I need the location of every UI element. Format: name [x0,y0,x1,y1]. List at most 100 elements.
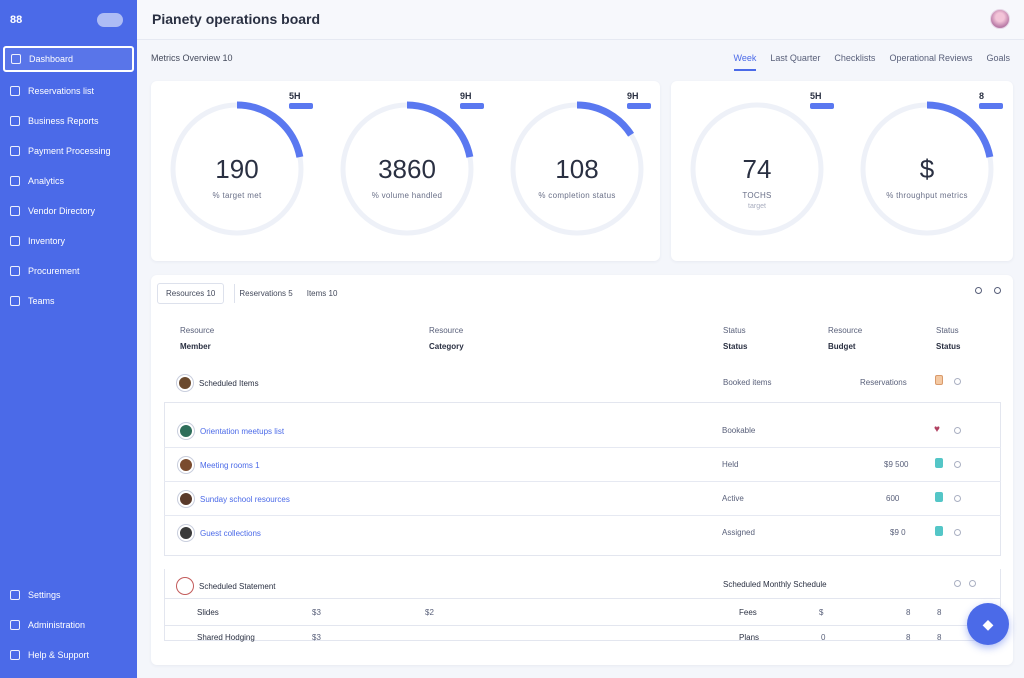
gauge-value: $ [919,154,935,184]
sidebar-item-label: Business Reports [28,116,99,126]
sidebar-item-analytics[interactable]: Analytics [0,166,137,196]
sidebar-item-inventory[interactable]: Inventory [0,226,137,256]
section-header[interactable]: Scheduled Statement [177,578,276,594]
section-title: Scheduled Statement [199,581,276,591]
sidebar-item-reservations[interactable]: Reservations list [0,76,137,106]
user-avatar[interactable] [990,9,1010,29]
avatar [178,457,194,473]
cart-icon [10,266,20,276]
sidebar-item-teams[interactable]: Teams [0,286,137,316]
table-row[interactable]: Sunday school resources Active 600 [164,482,1001,516]
gauge-2: 3860 % volume handled [337,99,477,239]
sidebar-item-reports[interactable]: Business Reports [0,106,137,136]
column-header-member[interactable]: Resource Member [180,323,214,355]
sidebar-item-vendors[interactable]: Vendor Directory [0,196,137,226]
tab-week[interactable]: Week [733,53,757,71]
inventory-icon [10,236,20,246]
row-menu[interactable] [969,579,976,588]
sched-cell: Fees [739,608,757,617]
table-row[interactable]: Guest collections Assigned $9 0 [164,516,1001,550]
gauge-4: 74 TOCHS target [687,99,827,239]
floating-action-button[interactable]: ◆ [967,603,1009,645]
settings-icon[interactable] [994,287,1001,294]
row-name: Meeting rooms 1 [200,460,260,470]
gauge-value: 190 [215,154,259,184]
sidebar-item-payments[interactable]: Payment Processing [0,136,137,166]
sidebar-item-label: Administration [28,620,86,630]
row-menu[interactable] [954,579,961,588]
heart-icon[interactable]: ♥ [934,424,940,435]
sidebar-item-label: Teams [28,296,55,306]
gauge-label: % throughput metrics [886,191,968,200]
table-row[interactable]: Orientation meetups list Bookable ♥ [164,414,1001,448]
sched-cell: 8 [937,608,942,617]
row-amount: $9 500 [884,460,909,469]
gauge-tag-bar [460,103,484,109]
filter-reservations[interactable]: Reservations 5 [234,284,296,303]
vendor-icon [10,206,20,216]
row-name: Guest collections [200,528,261,538]
column-header-status[interactable]: Status Status [723,323,747,355]
gauge-value: 74 [742,154,772,184]
gauge-tag-bar [289,103,313,109]
sidebar-item-admin[interactable]: Administration [0,610,137,640]
sidebar-header: 88 [0,0,137,40]
gauge-label: % target met [212,191,262,200]
gauge-5: $ % throughput metrics [857,99,997,239]
sched-cell: $3 [312,633,321,642]
filter-resources[interactable]: Resources 10 [157,283,225,304]
sched-cell: Slides [197,608,219,617]
avatar [178,491,194,507]
page-title: Pianety operations board [152,11,321,27]
group-title: Scheduled Items [199,378,259,388]
sched-cell: $2 [425,608,434,617]
gauge-tag-bar [810,103,834,109]
sidebar-item-dashboard[interactable]: Dashboard [3,46,134,72]
row-status: Bookable [722,426,756,435]
sidebar-toggle[interactable] [97,13,123,27]
row-menu[interactable] [954,377,961,386]
table-tools [975,287,1001,294]
team-icon [10,296,20,306]
tab-operational-reviews[interactable]: Operational Reviews [889,53,972,71]
filter-items[interactable]: Items 10 [307,289,338,298]
row-menu[interactable] [954,426,961,435]
row-name: Sunday school resources [200,494,290,504]
column-header-state[interactable]: Status Status [936,323,960,355]
tab-goals[interactable]: Goals [986,53,1010,71]
sched-cell: 8 [906,633,911,642]
row-menu[interactable] [954,460,961,469]
section-mid: Scheduled Monthly Schedule [723,580,827,589]
metrics-label: Metrics Overview 10 [151,53,233,63]
sidebar-item-procurement[interactable]: Procurement [0,256,137,286]
sidebar-item-settings[interactable]: Settings [0,580,137,610]
status-badge [935,526,943,536]
divider [164,625,1001,626]
table-row[interactable]: Meeting rooms 1 Held $9 500 [164,448,1001,482]
row-menu[interactable] [954,494,961,503]
sched-cell: $ [819,608,824,617]
gauge-3: 108 % completion status [507,99,647,239]
column-header-budget[interactable]: Resource Budget [828,323,862,355]
row-status: Assigned [722,528,755,537]
refresh-icon[interactable] [975,287,982,294]
row-status: Held [722,460,739,469]
gauge-label: % volume handled [371,191,443,200]
sched-cell: $3 [312,608,321,617]
gauge-value: 108 [555,154,599,184]
tab-last-quarter[interactable]: Last Quarter [770,53,820,71]
status-badge [935,375,943,385]
tab-checklists[interactable]: Checklists [834,53,875,71]
sidebar-item-label: Settings [28,590,61,600]
sidebar-item-label: Procurement [28,266,80,276]
sched-cell: 0 [821,633,826,642]
gauge-1: 190 % target met [167,99,307,239]
group-header[interactable]: Scheduled Items [177,375,259,391]
sidebar-item-help[interactable]: Help & Support [0,640,137,670]
gauge-value: 3860 [378,154,436,184]
sched-cell: Plans [739,633,760,642]
row-name: Orientation meetups list [200,426,285,436]
row-menu[interactable] [954,528,961,537]
column-header-category[interactable]: Resource Category [429,323,464,355]
sched-cell: 8 [937,633,942,642]
